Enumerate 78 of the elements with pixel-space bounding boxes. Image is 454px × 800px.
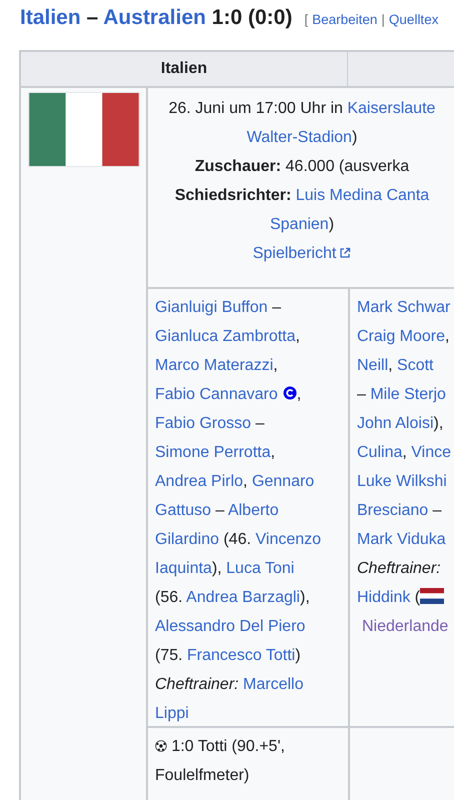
lineup-text: Cheftrainer: Marcello (155, 675, 305, 695)
lineup-text: Andrea Pirlo, Gennaro (155, 472, 316, 492)
ball-icon (155, 740, 167, 752)
link[interactable]: Gianluigi Buffon (155, 299, 268, 316)
link[interactable]: Mile Sterjo (370, 386, 446, 403)
goal-text: 1:0 Totti (90.+5', (155, 732, 348, 761)
match-info-text: Zuschauer: 46.000 (ausverka (194, 157, 410, 177)
link[interactable]: Marcello (243, 676, 304, 693)
link[interactable]: Luca Toni (226, 560, 294, 577)
flag-icon (29, 93, 139, 166)
lineup-text: John Aloisi), (357, 414, 444, 434)
edit-link[interactable]: Quelltex (388, 12, 438, 27)
lineup-text: Neill, Scott (357, 356, 434, 376)
link[interactable]: Australien (103, 6, 206, 29)
goal-text: Foulelfmeter) (155, 766, 250, 786)
link[interactable]: John Aloisi (357, 415, 434, 432)
bracket-text: | (381, 12, 385, 27)
link[interactable]: Bresciano (357, 502, 428, 519)
bracket-text: [ (304, 12, 308, 27)
link[interactable]: Hiddink (357, 589, 410, 606)
link[interactable]: Walter-Stadion (246, 129, 352, 146)
link[interactable]: Marco Materazzi (155, 357, 274, 374)
edit-link[interactable]: Bearbeiten (312, 12, 378, 27)
link[interactable]: Francesco Totti (187, 647, 296, 664)
link[interactable]: Luke Wilkshi (357, 473, 447, 490)
lineup-text: Fabio Cannavaro , (155, 385, 302, 405)
link[interactable]: Simone Perrotta (155, 444, 271, 461)
link[interactable]: Gilardino (155, 531, 220, 548)
external-link-icon (339, 247, 352, 259)
link[interactable]: Alessandro Del Piero (155, 618, 306, 635)
lineup-text: – Mile Sterjo (357, 385, 447, 405)
lineup-text: Gianluca Zambrotta, (155, 327, 301, 347)
link[interactable]: Alberto (228, 502, 279, 519)
link[interactable]: Culina (357, 444, 402, 461)
link[interactable]: Mark Viduka (357, 531, 446, 548)
table-header: Italien (21, 52, 348, 88)
lineup-text: Simone Perrotta, (155, 443, 276, 463)
link[interactable]: Fabio Grosso (155, 415, 252, 432)
link[interactable]: Gennaro (252, 473, 314, 490)
link[interactable]: Gianluca Zambrotta (155, 328, 296, 345)
link[interactable]: Luis Medina Canta (296, 187, 430, 204)
lineup-text: Gattuso – Alberto (155, 501, 280, 521)
link[interactable]: Gattuso (155, 502, 212, 519)
link[interactable]: Neill (357, 357, 388, 374)
link[interactable]: Craig Moore (357, 328, 446, 345)
match-info-text: Schiedsrichter: Luis Medina Canta (174, 186, 430, 206)
match-info-text: Walter-Stadion) (246, 128, 358, 148)
link[interactable]: Spanien (270, 216, 329, 233)
lineup-text: Hiddink ( (357, 583, 454, 612)
link[interactable]: Mark Schwar (357, 299, 450, 316)
link[interactable]: Andrea Barzagli (186, 589, 300, 606)
link[interactable]: Niederlande (362, 618, 448, 635)
link[interactable]: Scott (397, 357, 434, 374)
lineup-text: Gilardino (46. Vincenzo (155, 530, 322, 550)
lineup-text: Marco Materazzi, (155, 356, 279, 376)
flag-icon (420, 588, 444, 604)
match-info-text: Spanien) (268, 215, 336, 235)
captain-icon (282, 386, 297, 400)
lineup-text: Craig Moore, (357, 327, 450, 347)
link[interactable]: Fabio Cannavaro (155, 386, 278, 403)
link[interactable]: Kaiserslaute (347, 100, 436, 117)
link[interactable]: Vincenzo (256, 531, 322, 548)
link[interactable]: Iaquinta (155, 560, 212, 577)
lineup-text: (56. Andrea Barzagli), (155, 588, 311, 608)
page-heading: Italien – Australien 1:0 (0:0) (20, 6, 292, 30)
lineup-text: Iaquinta), Luca Toni (155, 559, 296, 579)
lineup-text: Fabio Grosso – (155, 414, 266, 434)
link[interactable]: Vince (411, 444, 451, 461)
lineup-text: Gianluigi Buffon – (155, 298, 282, 318)
lineup-text: Cheftrainer: (357, 559, 442, 579)
lineup-text: Culina, Vince (357, 443, 452, 463)
link[interactable]: Lippi (155, 705, 189, 722)
external-link[interactable]: Spielbericht (252, 245, 352, 262)
match-info-text: 26. Juni um 17:00 Uhr in Kaiserslaute (168, 99, 436, 119)
link[interactable]: Italien (20, 6, 81, 29)
lineup-text: (75. Francesco Totti) (155, 646, 302, 666)
lineup-text: Bresciano – (357, 501, 442, 521)
link[interactable]: Andrea Pirlo (155, 473, 244, 490)
